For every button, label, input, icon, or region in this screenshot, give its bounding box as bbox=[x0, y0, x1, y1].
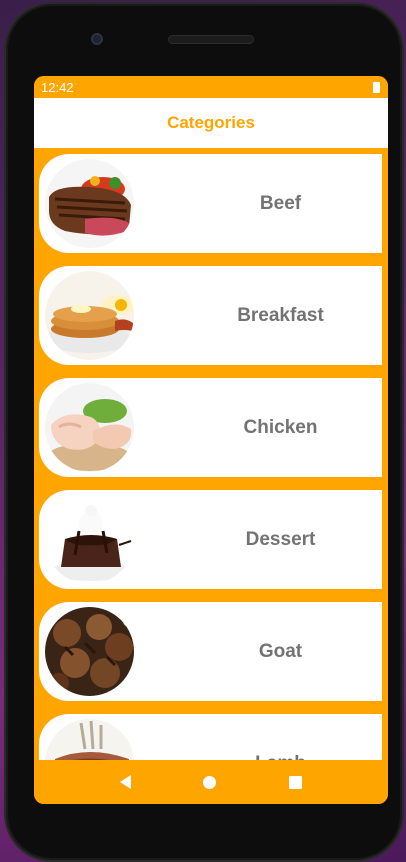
recents-icon[interactable] bbox=[288, 775, 302, 789]
beef-image bbox=[45, 159, 134, 248]
category-label: Dessert bbox=[245, 528, 316, 550]
breakfast-image bbox=[45, 271, 134, 360]
battery-icon bbox=[373, 81, 380, 93]
category-label: Lamb bbox=[179, 714, 382, 761]
status-bar: 12:42 bbox=[34, 76, 388, 98]
dessert-image bbox=[45, 495, 134, 584]
app-screen: 12:42 Categories Beef Breakfast Chicken … bbox=[34, 76, 388, 804]
category-card-chicken[interactable]: Chicken bbox=[39, 378, 382, 477]
category-label: Chicken bbox=[243, 416, 318, 438]
lamb-image bbox=[45, 719, 134, 760]
category-card-goat[interactable]: Goat bbox=[39, 602, 382, 701]
earpiece-speaker bbox=[168, 35, 254, 44]
status-time: 12:42 bbox=[41, 79, 74, 95]
category-card-beef[interactable]: Beef bbox=[39, 154, 382, 253]
app-bar: Categories bbox=[34, 98, 388, 148]
system-nav-bar bbox=[34, 760, 388, 804]
category-card-dessert[interactable]: Dessert bbox=[39, 490, 382, 589]
goat-image bbox=[45, 607, 134, 696]
back-icon[interactable] bbox=[120, 775, 132, 789]
category-label: Breakfast bbox=[237, 304, 324, 326]
front-camera bbox=[91, 33, 103, 45]
chicken-image bbox=[45, 383, 134, 472]
device-frame: 12:42 Categories Beef Breakfast Chicken … bbox=[4, 2, 404, 862]
category-card-lamb[interactable]: Lamb bbox=[39, 714, 382, 760]
category-label: Goat bbox=[258, 640, 303, 662]
category-list[interactable]: Beef Breakfast Chicken Dessert Goat bbox=[34, 148, 388, 760]
home-icon[interactable] bbox=[203, 775, 217, 789]
page-title: Categories bbox=[167, 113, 255, 132]
category-label: Beef bbox=[259, 192, 302, 214]
category-card-breakfast[interactable]: Breakfast bbox=[39, 266, 382, 365]
